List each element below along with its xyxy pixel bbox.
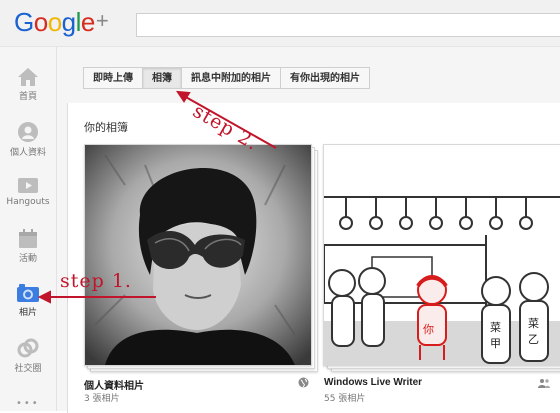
step-1-annotation: step 1. xyxy=(60,270,132,292)
annotation-arrows xyxy=(37,90,277,304)
